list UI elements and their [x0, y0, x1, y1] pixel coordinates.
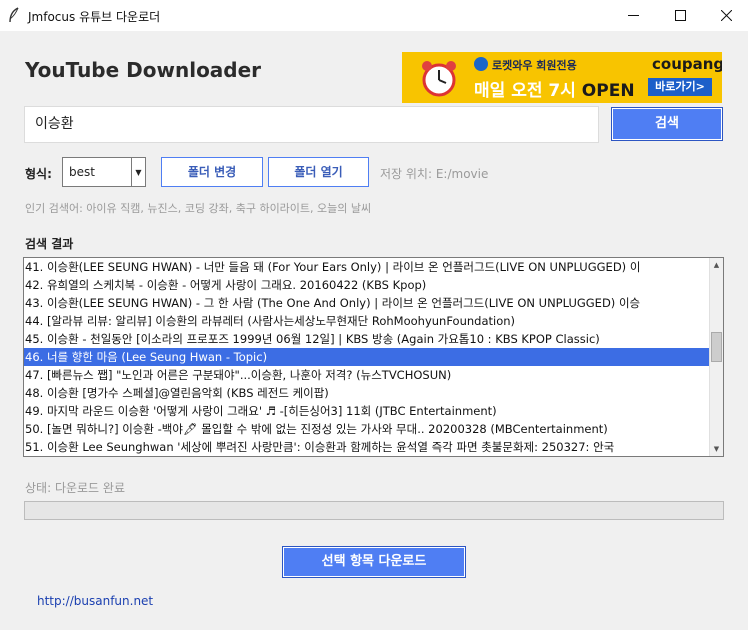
list-item[interactable]: 43. 이승환(LEE SEUNG HWAN) - 그 한 사람 (The On…: [24, 294, 710, 312]
minimize-icon: [627, 15, 639, 16]
list-item[interactable]: 46. 너를 향한 마음 (Lee Seung Hwan - Topic): [24, 348, 710, 366]
format-selected-value: best: [69, 165, 95, 179]
scrollbar-thumb[interactable]: [711, 332, 722, 362]
download-progress-bar: [24, 501, 724, 520]
app-heading: YouTube Downloader: [25, 58, 262, 82]
list-item[interactable]: 41. 이승환(LEE SEUNG HWAN) - 너만 들음 돼 (For Y…: [24, 258, 710, 276]
rocket-badge-icon: [474, 57, 488, 71]
maximize-icon: [674, 10, 686, 21]
list-item[interactable]: 50. [놀면 뭐하니?] 이승환 -백야🖋 몰입할 수 밖에 없는 진정성 있…: [24, 420, 710, 438]
feather-icon: [9, 7, 19, 23]
results-list[interactable]: 41. 이승환(LEE SEUNG HWAN) - 너만 들음 돼 (For Y…: [23, 257, 724, 457]
list-item[interactable]: 51. 이승환 Lee Seunghwan '세상에 뿌려진 사랑만큼': 이승…: [24, 438, 710, 456]
search-input[interactable]: 이승환: [24, 106, 599, 143]
results-label: 검색 결과: [25, 237, 74, 251]
status-text: 상태: 다운로드 완료: [25, 481, 125, 495]
ad-banner[interactable]: 로켓와우 회원전용 매일 오전 7시 OPEN coupang 바로가기>: [402, 52, 722, 103]
ad-open-label: OPEN: [581, 81, 635, 101]
close-icon: [720, 10, 732, 21]
folder-change-button[interactable]: 폴더 변경: [161, 157, 263, 187]
format-label: 형식:: [25, 167, 52, 181]
close-button[interactable]: [703, 0, 748, 31]
save-path: 저장 위치: E:/movie: [380, 167, 489, 181]
results-scrollbar[interactable]: ▲ ▼: [709, 258, 723, 456]
search-button[interactable]: 검색: [611, 107, 723, 141]
ad-cta-button[interactable]: 바로가기>: [648, 78, 712, 96]
list-item[interactable]: 47. [빠른뉴스 쨉] "노인과 어른은 구분돼야"...이승환, 나훈아 저…: [24, 366, 710, 384]
ad-top-text: 로켓와우 회원전용: [492, 59, 577, 72]
alarm-clock-icon: [422, 61, 456, 97]
list-item[interactable]: 48. 이승환 [명가수 스페셜]@열린음악회 (KBS 레전드 케이팝): [24, 384, 710, 402]
title-bar: Jmfocus 유튜브 다운로더: [0, 0, 748, 31]
chevron-down-icon[interactable]: ▼: [131, 158, 145, 186]
maximize-button[interactable]: [657, 0, 703, 31]
ad-main-label: 매일 오전 7시: [474, 81, 576, 101]
minimize-button[interactable]: [610, 0, 656, 31]
scroll-down-icon[interactable]: ▼: [710, 442, 723, 456]
window-title: Jmfocus 유튜브 다운로더: [28, 10, 161, 24]
download-selected-button[interactable]: 선택 항목 다운로드: [282, 546, 466, 578]
popular-searches: 인기 검색어: 아이유 직캠, 뉴진스, 코딩 강좌, 축구 하이라이트, 오늘…: [25, 202, 372, 215]
list-item[interactable]: 44. [알라뷰 리뷰: 알리뷰] 이승환의 라뷰레터 (사람사는세상노무현재단…: [24, 312, 710, 330]
ad-main-text: 매일 오전 7시 OPEN: [474, 76, 635, 101]
scroll-up-icon[interactable]: ▲: [710, 258, 723, 272]
folder-open-button[interactable]: 폴더 열기: [268, 157, 369, 187]
ad-brand: coupang: [652, 55, 722, 73]
format-select[interactable]: best ▼: [62, 157, 146, 187]
footer-link[interactable]: http://busanfun.net: [37, 594, 153, 608]
list-item[interactable]: 49. 마지막 라운드 이승환 '어떻게 사랑이 그래요' ♬ -[히든싱어3]…: [24, 402, 710, 420]
list-item[interactable]: 45. 이승환 - 천일동안 [이소라의 프로포즈 1999년 06월 12일]…: [24, 330, 710, 348]
list-item[interactable]: 42. 유희열의 스케치북 - 이승환 - 어떻게 사랑이 그래요. 20160…: [24, 276, 710, 294]
